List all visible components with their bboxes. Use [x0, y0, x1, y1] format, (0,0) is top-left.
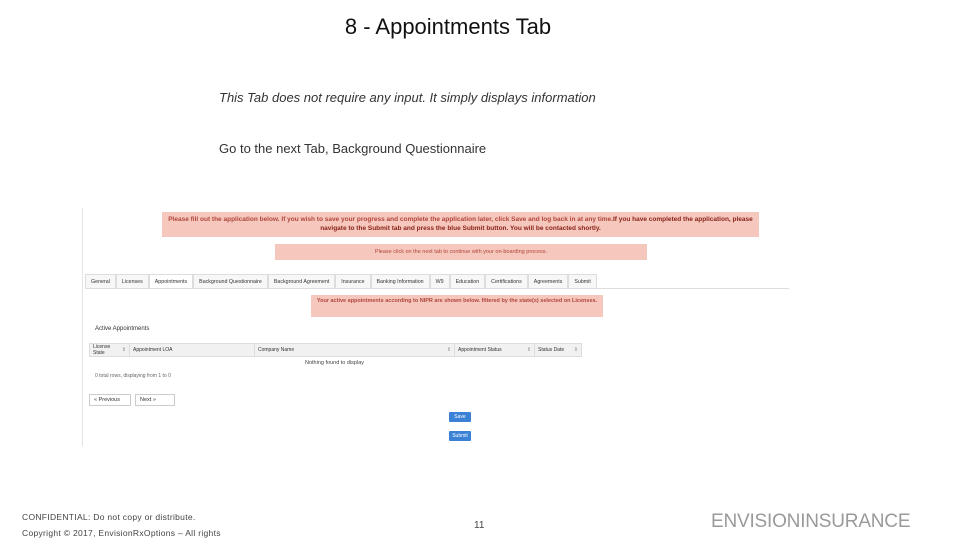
sort-icon[interactable]: ⇕: [527, 347, 531, 353]
appointments-table-header: License State ⇕ Appointment LOA Company …: [89, 343, 582, 357]
save-button[interactable]: Save: [449, 412, 471, 422]
previous-page-button[interactable]: « Previous: [89, 394, 131, 406]
slide-title: 8 - Appointments Tab: [344, 14, 552, 39]
submit-button[interactable]: Submit: [449, 431, 471, 441]
table-row-count: 0 total rows, displaying from 1 to 0: [95, 373, 171, 379]
tab-licenses[interactable]: Licenses: [115, 274, 149, 289]
column-label: Company Name: [258, 347, 295, 353]
column-label: Appointment LOA: [133, 347, 173, 353]
tab-submit[interactable]: Submit: [568, 274, 597, 289]
column-header-status-date[interactable]: Status Date ⇕: [535, 344, 581, 356]
tab-appointments[interactable]: Appointments: [148, 274, 194, 289]
nipr-info-message: Your active appointments according to NI…: [311, 295, 603, 317]
sort-icon[interactable]: ⇕: [122, 347, 126, 353]
tab-certifications[interactable]: Certifications: [485, 274, 528, 289]
sort-icon[interactable]: ⇕: [447, 347, 451, 353]
column-label: Status Date: [538, 347, 565, 353]
pagination: « Previous Next »: [89, 394, 175, 406]
column-header-appointment-status[interactable]: Appointment Status ⇕: [455, 344, 535, 356]
tab-background-agreement[interactable]: Background Agreement: [267, 274, 336, 289]
column-label: Appointment Status: [458, 347, 502, 353]
confidential-notice: CONFIDENTIAL: Do not copy or distribute.: [22, 512, 196, 522]
column-header-license-state[interactable]: License State ⇕: [90, 344, 130, 356]
tab-agreements[interactable]: Agreements: [527, 274, 569, 289]
column-header-appointment-loa[interactable]: Appointment LOA: [130, 344, 255, 356]
tab-divider: [85, 288, 789, 289]
copyright-notice: Copyright © 2017, EnvisionRxOptions – Al…: [22, 528, 221, 538]
tab-insurance[interactable]: Insurance: [335, 274, 371, 289]
slide-note-next-tab: Go to the next Tab, Background Questionn…: [219, 141, 487, 156]
banner-save-text: Please fill out the application below. I…: [168, 216, 613, 223]
column-label: License State: [93, 344, 111, 356]
appointments-screenshot: Please fill out the application below. I…: [82, 208, 791, 446]
slide-note-no-input: This Tab does not require any input. It …: [219, 90, 596, 105]
sort-icon[interactable]: ⇕: [574, 347, 578, 353]
next-page-button[interactable]: Next »: [135, 394, 175, 406]
section-title: Active Appointments: [95, 326, 150, 332]
next-tab-hint: Please click on the next tab to continue…: [275, 244, 647, 260]
page-number: 11: [474, 520, 485, 531]
tab-background-questionnaire[interactable]: Background Questionnaire: [193, 274, 268, 289]
confidential-footer: CONFIDENTIAL: Do not copy or distribute.…: [22, 509, 221, 541]
table-empty-message: Nothing found to display: [305, 360, 365, 366]
tab-education[interactable]: Education: [449, 274, 486, 289]
tab-w9[interactable]: W9: [429, 274, 450, 289]
brand-logo: ENVISIONINSURANCE: [711, 511, 911, 532]
instruction-banner: Please fill out the application below. I…: [162, 212, 759, 237]
tab-banking-information[interactable]: Banking Information: [370, 274, 430, 289]
column-header-company-name[interactable]: Company Name ⇕: [255, 344, 455, 356]
tab-general[interactable]: General: [85, 274, 116, 289]
tab-bar: General Licenses Appointments Background…: [85, 274, 597, 289]
